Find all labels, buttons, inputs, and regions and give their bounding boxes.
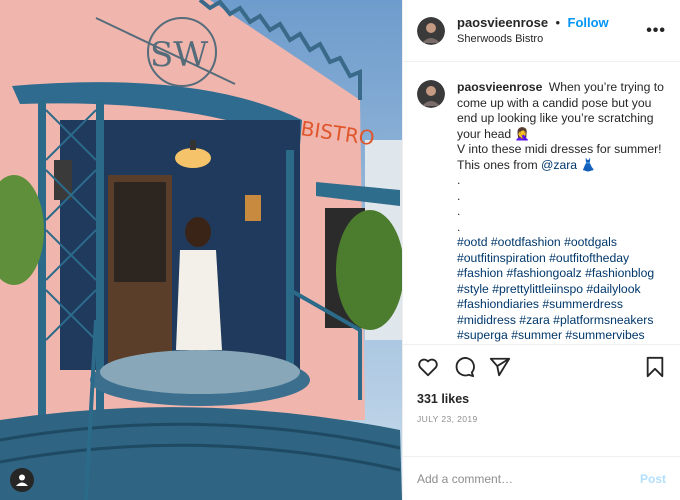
- post-photo[interactable]: SW BISTRO: [0, 0, 402, 500]
- post-caption: paosvieenrose When you’re trying to come…: [457, 80, 666, 344]
- username-link[interactable]: paosvieenrose: [457, 15, 548, 30]
- post-actions: 331 likes JULY 23, 2019: [403, 344, 680, 456]
- avatar[interactable]: [417, 80, 445, 108]
- comments-area: paosvieenrose When you’re trying to come…: [403, 62, 680, 344]
- caption-hashtags[interactable]: #ootd #ootdfashion #ootdgals #outfitinsp…: [457, 235, 666, 344]
- caption-dot: .: [457, 188, 461, 203]
- heart-icon[interactable]: [417, 356, 439, 378]
- photo-sign-logo: SW: [150, 35, 208, 75]
- caption-line3: This ones from @zara 👗: [457, 158, 666, 174]
- location-link[interactable]: Sherwoods Bistro: [457, 31, 646, 47]
- comment-input[interactable]: [417, 471, 640, 486]
- more-options-icon[interactable]: •••: [646, 22, 666, 40]
- post-header-meta: paosvieenrose • Follow Sherwoods Bistro: [457, 15, 646, 47]
- caption-dot: .: [457, 219, 461, 234]
- caption-line3-prefix: This ones from: [457, 157, 538, 172]
- post-side-panel: paosvieenrose • Follow Sherwoods Bistro …: [402, 0, 680, 500]
- mention-link[interactable]: @zara: [541, 158, 577, 172]
- post-container: SW BISTRO paosvieenrose • Follow Sherwoo…: [0, 0, 680, 500]
- caption-line2: V into these midi dresses for summer!: [457, 142, 662, 156]
- bookmark-icon[interactable]: [644, 356, 666, 378]
- post-date[interactable]: JULY 23, 2019: [417, 414, 666, 424]
- follow-button[interactable]: Follow: [568, 15, 609, 30]
- bistro-storefront-image: SW BISTRO: [0, 0, 402, 500]
- post-header: paosvieenrose • Follow Sherwoods Bistro …: [403, 0, 680, 62]
- user-icon: [16, 474, 28, 486]
- separator-dot: •: [555, 14, 561, 30]
- caption-dot: .: [457, 173, 461, 187]
- comment-icon[interactable]: [453, 356, 475, 378]
- comment-form: Post: [403, 456, 680, 500]
- share-icon[interactable]: [489, 356, 511, 378]
- avatar[interactable]: [417, 16, 445, 45]
- mention-emoji: 👗: [580, 157, 596, 172]
- caption-dot: .: [457, 204, 461, 218]
- user-tag-badge[interactable]: [10, 468, 34, 492]
- post-comment-button[interactable]: Post: [640, 472, 666, 486]
- caption-username[interactable]: paosvieenrose: [457, 80, 542, 94]
- action-icons: [417, 355, 666, 379]
- likes-count[interactable]: 331 likes: [417, 392, 666, 406]
